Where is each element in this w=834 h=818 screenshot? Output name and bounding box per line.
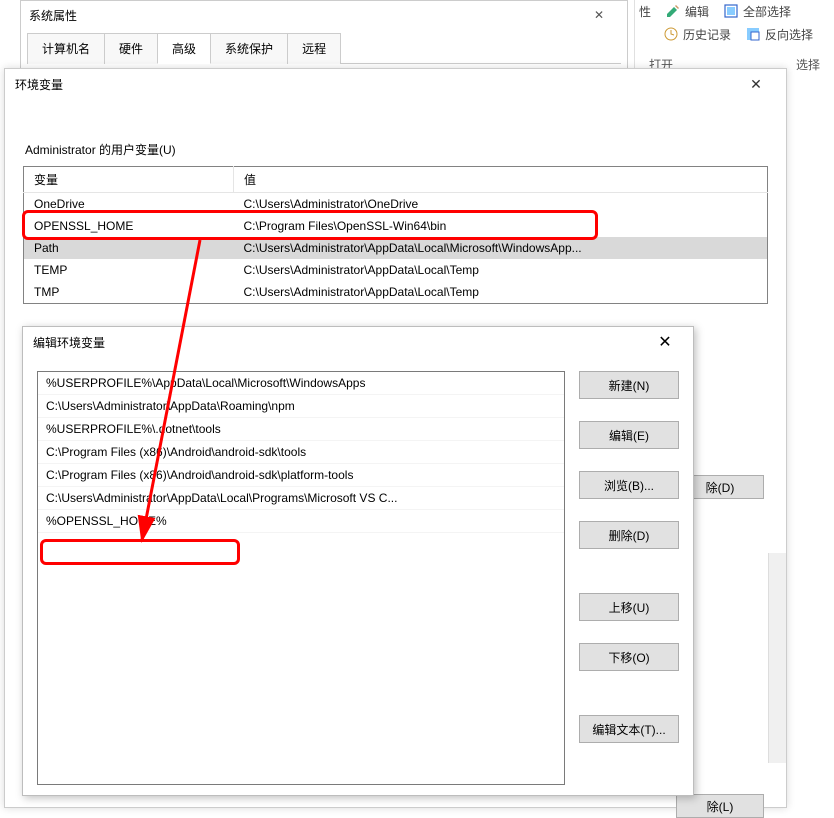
close-icon[interactable]: ✕ (579, 5, 619, 25)
var-name: TMP (24, 281, 234, 304)
var-value: C:\Users\Administrator\AppData\Local\Tem… (234, 281, 768, 304)
var-name: OneDrive (24, 193, 234, 216)
tab-hardware[interactable]: 硬件 (104, 33, 158, 64)
edit-title: 编辑环境变量 (33, 334, 643, 351)
ribbon-select-all[interactable]: 全部选择 (723, 3, 791, 20)
ribbon-properties[interactable]: 性 (639, 3, 651, 20)
list-item[interactable]: C:\Program Files (x86)\Android\android-s… (38, 441, 564, 464)
close-icon[interactable]: ✕ (734, 70, 778, 98)
list-item[interactable]: %USERPROFILE%\.dotnet\tools (38, 418, 564, 441)
col-value[interactable]: 值 (234, 167, 768, 193)
env-title: 环境变量 (15, 76, 734, 93)
list-item[interactable]: C:\Program Files (x86)\Android\android-s… (38, 464, 564, 487)
invert-icon (745, 26, 761, 42)
sysprop-titlebar: 系统属性 ✕ (21, 1, 627, 29)
table-row[interactable]: TEMPC:\Users\Administrator\AppData\Local… (24, 259, 768, 281)
move-up-button[interactable]: 上移(U) (579, 593, 679, 621)
delete-button[interactable]: 删除(D) (579, 521, 679, 549)
edit-env-var-window: 编辑环境变量 ✕ %USERPROFILE%\AppData\Local\Mic… (22, 326, 694, 796)
var-name: TEMP (24, 259, 234, 281)
edit-buttons-col: 新建(N) 编辑(E) 浏览(B)... 删除(D) 上移(U) 下移(O) 编… (579, 371, 679, 785)
ribbon-invert[interactable]: 反向选择 (745, 26, 813, 43)
tab-protection[interactable]: 系统保护 (210, 33, 288, 64)
var-value: C:\Program Files\OpenSSL-Win64\bin (234, 215, 768, 237)
clock-icon (663, 26, 679, 42)
edit-titlebar: 编辑环境变量 ✕ (23, 327, 693, 357)
var-value: C:\Users\Administrator\AppData\Local\Tem… (234, 259, 768, 281)
tab-remote[interactable]: 远程 (287, 33, 341, 64)
close-icon[interactable]: ✕ (643, 328, 687, 356)
select-all-icon (723, 3, 739, 19)
tab-advanced[interactable]: 高级 (157, 33, 211, 64)
edit-text-button[interactable]: 编辑文本(T)... (579, 715, 679, 743)
var-name: Path (24, 237, 234, 259)
scrollbar[interactable] (768, 553, 786, 763)
browse-button[interactable]: 浏览(B)... (579, 471, 679, 499)
ribbon-edit[interactable]: 编辑 (665, 3, 709, 20)
path-list[interactable]: %USERPROFILE%\AppData\Local\Microsoft\Wi… (37, 371, 565, 785)
sysprop-tabs: 计算机名 硬件 高级 系统保护 远程 (27, 33, 621, 64)
list-item[interactable]: C:\Users\Administrator\AppData\Local\Pro… (38, 487, 564, 510)
table-row[interactable]: OPENSSL_HOMEC:\Program Files\OpenSSL-Win… (24, 215, 768, 237)
table-row[interactable]: TMPC:\Users\Administrator\AppData\Local\… (24, 281, 768, 304)
user-vars-label: Administrator 的用户变量(U) (25, 141, 768, 158)
list-item[interactable]: %OPENSSL_HOME% (38, 510, 564, 533)
move-down-button[interactable]: 下移(O) (579, 643, 679, 671)
list-item[interactable]: %USERPROFILE%\AppData\Local\Microsoft\Wi… (38, 372, 564, 395)
pencil-icon (665, 3, 681, 19)
env-titlebar: 环境变量 ✕ (5, 69, 786, 99)
var-value: C:\Users\Administrator\AppData\Local\Mic… (234, 237, 768, 259)
new-button[interactable]: 新建(N) (579, 371, 679, 399)
col-variable[interactable]: 变量 (24, 167, 234, 193)
sysprop-title: 系统属性 (29, 7, 579, 24)
list-item[interactable]: C:\Users\Administrator\AppData\Roaming\n… (38, 395, 564, 418)
table-row[interactable]: PathC:\Users\Administrator\AppData\Local… (24, 237, 768, 259)
ribbon-section-select: 选择 (796, 56, 820, 73)
tab-computer-name[interactable]: 计算机名 (27, 33, 105, 64)
edit-button[interactable]: 编辑(E) (579, 421, 679, 449)
table-row[interactable]: OneDriveC:\Users\Administrator\OneDrive (24, 193, 768, 216)
var-name: OPENSSL_HOME (24, 215, 234, 237)
ribbon-history[interactable]: 历史记录 (663, 26, 731, 43)
delete-button-partial-2[interactable]: 除(L) (676, 794, 764, 818)
user-vars-table[interactable]: 变量 值 OneDriveC:\Users\Administrator\OneD… (23, 166, 768, 304)
var-value: C:\Users\Administrator\OneDrive (234, 193, 768, 216)
